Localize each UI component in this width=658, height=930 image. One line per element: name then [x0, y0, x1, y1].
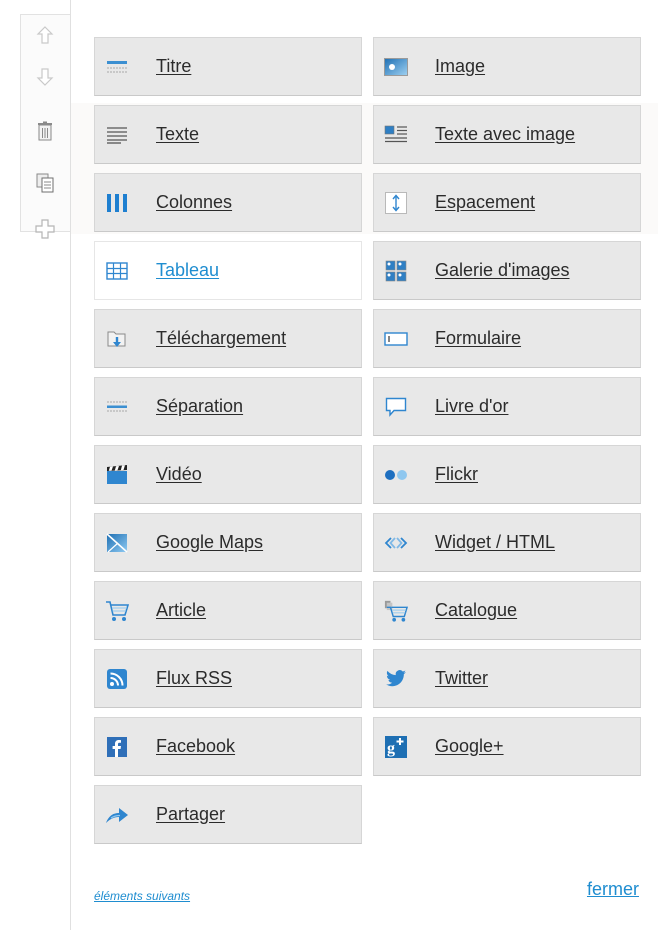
- block-item-label: Colonnes: [156, 192, 233, 212]
- title-icon: [105, 56, 129, 78]
- share-icon: [105, 804, 129, 826]
- block-item-tableau[interactable]: Tableau: [94, 241, 362, 300]
- block-item-label: Titre: [156, 56, 192, 76]
- svg-text:g: g: [387, 740, 395, 757]
- block-item-google-maps[interactable]: Google Maps: [94, 513, 362, 572]
- block-item-flux-rss[interactable]: Flux RSS: [94, 649, 362, 708]
- block-item-label: Twitter: [435, 668, 489, 688]
- twitter-icon: [384, 668, 408, 690]
- block-item-livre-dor[interactable]: Livre d'or: [373, 377, 641, 436]
- block-item-label: Formulaire: [435, 328, 522, 348]
- block-item-label: Catalogue: [435, 600, 518, 620]
- block-item-catalogue[interactable]: Catalogue: [373, 581, 641, 640]
- columns-icon: [105, 192, 129, 214]
- facebook-icon: [105, 736, 129, 758]
- block-item-label: Google+: [435, 736, 504, 756]
- text-icon: [105, 124, 129, 146]
- next-elements-link[interactable]: éléments suivants: [94, 889, 190, 903]
- google-plus-icon: g: [384, 735, 408, 758]
- duplicate-icon[interactable]: [33, 171, 57, 195]
- trash-icon[interactable]: [33, 119, 57, 143]
- block-item-label: Tableau: [156, 260, 220, 280]
- block-item-facebook[interactable]: Facebook: [94, 717, 362, 776]
- block-item-flickr[interactable]: Flickr: [373, 445, 641, 504]
- block-item-article[interactable]: Article: [94, 581, 362, 640]
- catalog-cart-icon: [384, 600, 408, 622]
- add-block-panel: Titre Image Texte Texte avec image Colon: [70, 0, 658, 930]
- block-item-label: Google Maps: [156, 532, 264, 552]
- block-item-label: Séparation: [156, 396, 244, 416]
- cart-icon: [105, 600, 129, 622]
- spacing-icon: [384, 191, 408, 214]
- move-up-icon[interactable]: [33, 23, 57, 47]
- block-item-label: Livre d'or: [435, 396, 509, 416]
- block-item-video[interactable]: Vidéo: [94, 445, 362, 504]
- block-item-texte[interactable]: Texte: [94, 105, 362, 164]
- download-icon: [105, 328, 129, 350]
- block-item-label: Article: [156, 600, 207, 620]
- block-type-grid: Titre Image Texte Texte avec image Colon: [94, 37, 641, 844]
- block-item-label: Facebook: [156, 736, 236, 756]
- block-item-label: Image: [435, 56, 486, 76]
- video-icon: [105, 464, 129, 486]
- block-item-label: Texte: [156, 124, 200, 144]
- flickr-icon: [384, 464, 408, 486]
- block-item-label: Vidéo: [156, 464, 202, 484]
- guestbook-icon: [384, 396, 408, 418]
- block-item-label: Espacement: [435, 192, 536, 212]
- move-down-icon[interactable]: [33, 65, 57, 89]
- separator-icon: [105, 396, 129, 418]
- block-item-texte-avec-image[interactable]: Texte avec image: [373, 105, 641, 164]
- block-item-label: Flickr: [435, 464, 478, 484]
- block-item-separation[interactable]: Séparation: [94, 377, 362, 436]
- block-item-partager[interactable]: Partager: [94, 785, 362, 844]
- block-item-widget-html[interactable]: Widget / HTML: [373, 513, 641, 572]
- block-item-twitter[interactable]: Twitter: [373, 649, 641, 708]
- block-item-galerie[interactable]: Galerie d'images: [373, 241, 641, 300]
- block-item-image[interactable]: Image: [373, 37, 641, 96]
- table-icon: [105, 260, 129, 282]
- block-item-label: Partager: [156, 804, 226, 824]
- image-icon: [384, 56, 408, 78]
- block-item-label: Téléchargement: [156, 328, 287, 348]
- block-item-formulaire[interactable]: Formulaire: [373, 309, 641, 368]
- code-icon: [384, 532, 408, 554]
- block-item-titre[interactable]: Titre: [94, 37, 362, 96]
- close-link[interactable]: fermer: [587, 879, 639, 900]
- text-image-icon: [384, 124, 408, 146]
- google-maps-icon: [105, 532, 129, 554]
- gallery-icon: [384, 260, 408, 282]
- block-item-label: Widget / HTML: [435, 532, 556, 552]
- block-item-label: Texte avec image: [435, 124, 576, 144]
- block-item-espacement[interactable]: Espacement: [373, 173, 641, 232]
- block-item-colonnes[interactable]: Colonnes: [94, 173, 362, 232]
- rss-icon: [105, 668, 129, 690]
- form-icon: [384, 328, 408, 350]
- block-item-telechargement[interactable]: Téléchargement: [94, 309, 362, 368]
- block-toolbar: [20, 14, 71, 239]
- move-icon[interactable]: [33, 217, 57, 241]
- block-item-label: Flux RSS: [156, 668, 233, 688]
- block-item-label: Galerie d'images: [435, 260, 570, 280]
- block-item-google-plus[interactable]: g Google+: [373, 717, 641, 776]
